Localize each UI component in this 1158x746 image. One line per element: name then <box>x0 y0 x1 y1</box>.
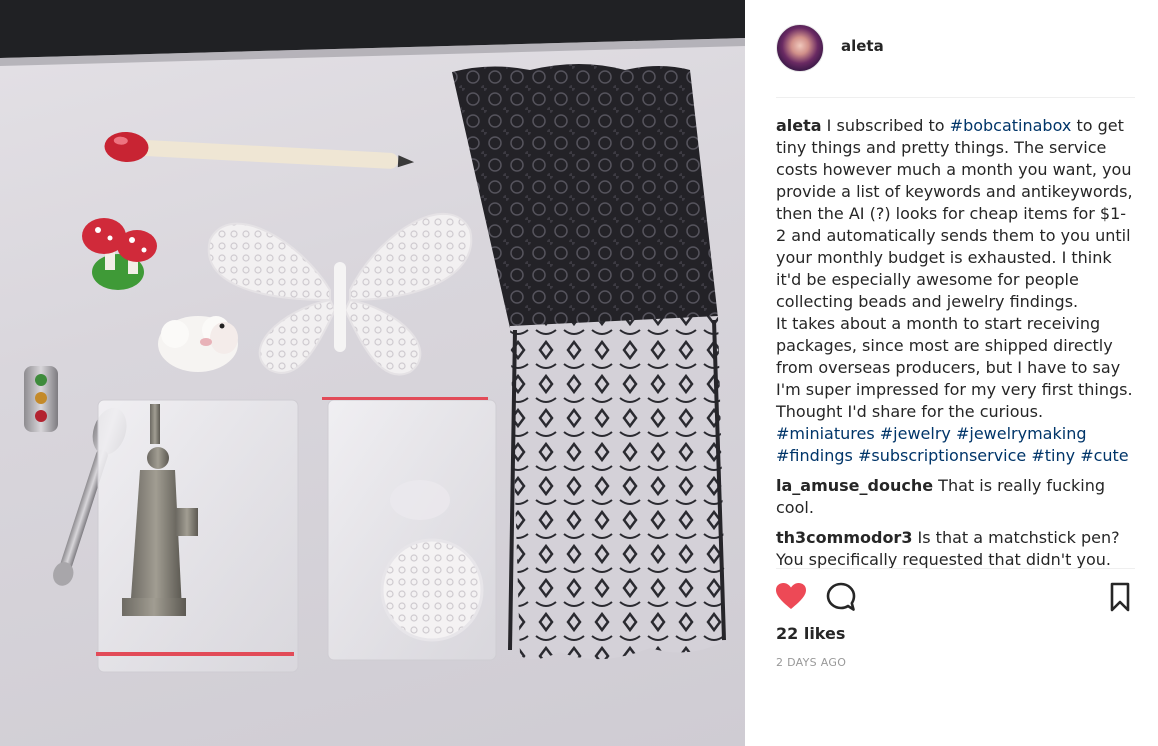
author-username[interactable]: aleta <box>841 37 884 55</box>
comment: th3commodor3 Is that a matchstick pen? Y… <box>776 527 1135 571</box>
instagram-post: aleta aleta I subscribed to #bobcatinabo… <box>0 0 1158 746</box>
hashtag-link[interactable]: #tiny <box>1031 446 1075 465</box>
hashtag-link[interactable]: #subscriptionservice <box>858 446 1026 465</box>
hashtag-link[interactable]: #cute <box>1080 446 1128 465</box>
hashtag-link[interactable]: #miniatures <box>776 424 875 443</box>
comment-username[interactable]: la_amuse_douche <box>776 476 933 495</box>
hashtag-link[interactable]: #findings <box>776 446 853 465</box>
comments-list: aleta I subscribed to #bobcatinabox to g… <box>776 115 1135 571</box>
photo-illustration <box>0 0 745 673</box>
avatar[interactable] <box>776 24 824 72</box>
hashtag-link[interactable]: #bobcatinabox <box>950 116 1072 135</box>
post-timestamp[interactable]: 2 DAYS AGO <box>776 656 846 669</box>
bookmark-icon[interactable] <box>1103 580 1137 614</box>
caption-text: I subscribed to <box>826 116 950 135</box>
post-sidebar: aleta aleta I subscribed to #bobcatinabo… <box>776 0 1135 746</box>
comment: la_amuse_douche That is really fucking c… <box>776 475 1135 519</box>
comment-bubble-icon[interactable] <box>824 580 858 614</box>
heart-icon[interactable] <box>774 580 808 614</box>
caption-text: It takes about a month to start receivin… <box>776 314 1133 421</box>
caption-username[interactable]: aleta <box>776 116 822 135</box>
header-divider <box>776 97 1135 98</box>
action-bar <box>776 580 1135 614</box>
actions-divider <box>776 568 1135 569</box>
post-header: aleta <box>776 22 1135 76</box>
comment-username[interactable]: th3commodor3 <box>776 528 912 547</box>
caption: aleta I subscribed to #bobcatinabox to g… <box>776 115 1135 467</box>
likes-count[interactable]: 22 likes <box>776 624 845 643</box>
hashtag-link[interactable]: #jewelry <box>880 424 951 443</box>
post-photo[interactable] <box>0 0 745 746</box>
caption-text: to get tiny things and pretty things. Th… <box>776 116 1133 311</box>
hashtag-link[interactable]: #jewelrymaking <box>956 424 1087 443</box>
